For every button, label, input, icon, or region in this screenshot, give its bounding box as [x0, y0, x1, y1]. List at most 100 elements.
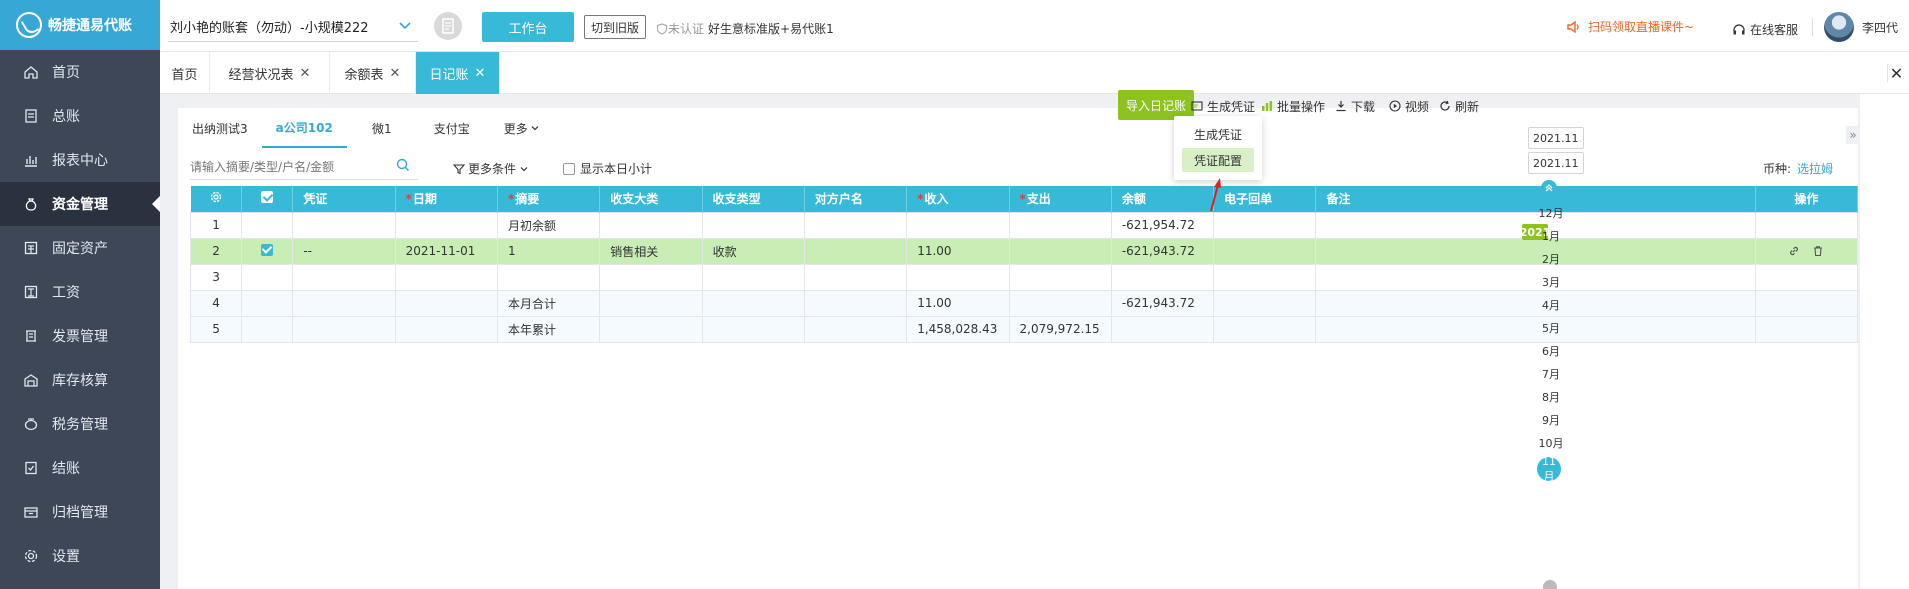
tab-1[interactable]: 经营状况表 ✕ [210, 52, 330, 94]
cell-type[interactable]: 收款 [701, 237, 805, 265]
cell-expense[interactable] [1008, 263, 1112, 291]
month-item[interactable]: 7月 [1536, 366, 1566, 382]
more-conditions-button[interactable]: 更多条件 [453, 160, 529, 177]
tab-2[interactable]: 余额表 ✕ [330, 52, 416, 94]
generate-voucher-button[interactable]: 生成凭证 [1191, 96, 1255, 116]
daily-subtotal-checkbox[interactable] [563, 162, 575, 175]
currency-selector[interactable]: 币种: 选拉姆 [1763, 160, 1833, 177]
sidebar-item-3[interactable]: 资金管理 [0, 182, 160, 226]
table-row[interactable]: 1 月初余额 -621,954.72 [189, 211, 1859, 239]
month-item[interactable]: 5月 [1536, 320, 1566, 336]
table-row[interactable]: 3 [189, 263, 1859, 291]
cell-income[interactable] [906, 211, 1010, 239]
subtab-4[interactable]: 更多 [487, 108, 557, 148]
month-item[interactable]: 1月 [1536, 228, 1566, 244]
cell-voucher[interactable] [292, 263, 396, 291]
tab-0[interactable]: 首页 [160, 52, 210, 94]
search-icon[interactable] [396, 158, 410, 172]
month-item[interactable]: 12月 [1536, 205, 1566, 221]
menu-item-voucher-config[interactable]: 凭证配置 [1182, 148, 1254, 172]
sidebar-item-1[interactable]: 总账 [0, 94, 160, 138]
refresh-button[interactable]: 刷新 [1439, 96, 1479, 116]
cell-income[interactable]: 11.00 [906, 237, 1010, 265]
cell-cat[interactable] [599, 211, 703, 239]
table-row[interactable]: 5 本年累计 1,458,028.43 2,079,972.15 [189, 315, 1859, 343]
cell-summary[interactable]: 月初余额 [496, 211, 601, 239]
month-item[interactable]: 11月 [1537, 455, 1561, 483]
account-selector[interactable]: 刘小艳的账套（勿动）-小规模222 [168, 12, 418, 42]
cell-voucher[interactable]: -- [292, 237, 396, 265]
daily-subtotal-toggle[interactable]: 显示本日小计 [563, 160, 652, 177]
sidebar-item-6[interactable]: 发票管理 [0, 314, 160, 358]
row-checkbox-cell[interactable] [241, 237, 294, 265]
cell-date[interactable] [394, 263, 498, 291]
app-logo[interactable]: 畅捷通易代账 [0, 0, 160, 50]
scroll-up-icon[interactable] [1541, 180, 1557, 196]
batch-operation-button[interactable]: 批量操作 [1261, 96, 1325, 116]
video-button[interactable]: 视频 [1389, 96, 1429, 116]
workbench-button[interactable]: 工作台 [482, 12, 574, 42]
link-icon[interactable] [1788, 245, 1800, 257]
cell-cat[interactable] [599, 263, 703, 291]
row-checkbox-cell[interactable] [241, 263, 294, 291]
online-service-link[interactable]: 在线客服 [1732, 21, 1798, 38]
cell-expense[interactable] [1008, 237, 1112, 265]
month-item[interactable]: 6月 [1536, 343, 1566, 359]
subtab-0[interactable]: 出纳测试3 [178, 108, 262, 148]
sidebar-item-8[interactable]: 税务管理 [0, 402, 160, 446]
cell-type[interactable] [701, 263, 805, 291]
cell-summary[interactable] [496, 263, 601, 291]
cell-balance[interactable] [1110, 263, 1215, 291]
cell-party[interactable] [803, 237, 908, 265]
currency-value[interactable]: 选拉姆 [1797, 162, 1833, 176]
subtab-3[interactable]: 支付宝 [417, 108, 487, 148]
collapse-rail-icon[interactable]: » [1846, 126, 1860, 144]
sidebar-item-4[interactable]: 固定资产 [0, 226, 160, 270]
sidebar-item-5[interactable]: 工资 [0, 270, 160, 314]
close-icon[interactable]: ✕ [300, 66, 311, 81]
cell-summary[interactable]: 1 [496, 237, 601, 265]
date-from-input[interactable]: 2021.11 [1528, 127, 1584, 149]
cell-party[interactable] [803, 263, 908, 291]
trash-icon[interactable] [1812, 245, 1824, 257]
subtab-1[interactable]: a公司102 [261, 108, 347, 148]
switch-old-version-button[interactable]: 切到旧版 [584, 15, 647, 39]
column-header-1[interactable] [241, 186, 294, 212]
cell-type[interactable] [701, 211, 805, 239]
close-icon[interactable]: ✕ [475, 66, 486, 81]
promo-link[interactable]: 扫码领取直播课件~ [1566, 18, 1694, 35]
download-button[interactable]: 下载 [1335, 96, 1375, 116]
cell-balance[interactable]: -621,943.72 [1110, 237, 1215, 265]
table-row[interactable]: 2 -- 2021-11-01 1 销售相关 收款 11.00 -621,943.72 [189, 237, 1859, 265]
row-checkbox-cell[interactable] [241, 211, 294, 239]
settings-icon[interactable] [210, 191, 222, 203]
month-item[interactable]: 9月 [1536, 412, 1566, 428]
column-header-0[interactable] [190, 186, 243, 212]
scroll-down-icon[interactable] [1543, 580, 1557, 589]
cell-balance[interactable]: -621,954.72 [1110, 211, 1215, 239]
cell-party[interactable] [803, 211, 908, 239]
sidebar-item-0[interactable]: 首页 [0, 50, 160, 94]
cell-date[interactable]: 2021-11-01 [394, 237, 498, 265]
sidebar-item-2[interactable]: 报表中心 [0, 138, 160, 182]
search-input[interactable] [190, 154, 418, 180]
month-item[interactable]: 10月 [1536, 435, 1566, 451]
sidebar-item-7[interactable]: 库存核算 [0, 358, 160, 402]
subtab-2[interactable]: 微1 [347, 108, 417, 148]
close-all-tabs-icon[interactable]: ✕ [1887, 64, 1905, 83]
table-row[interactable]: 4 本月合计 11.00 -621,943.72 [189, 289, 1859, 317]
cell-cat[interactable]: 销售相关 [599, 237, 703, 265]
month-item[interactable]: 8月 [1536, 389, 1566, 405]
sidebar-item-9[interactable]: 结账 [0, 446, 160, 490]
cell-date[interactable] [394, 211, 498, 239]
month-item[interactable]: 4月 [1536, 297, 1566, 313]
tab-3[interactable]: 日记账 ✕ [416, 52, 500, 94]
month-item[interactable]: 3月 [1536, 274, 1566, 290]
cell-expense[interactable] [1008, 211, 1112, 239]
sidebar-item-11[interactable]: 设置 [0, 534, 160, 578]
cell-income[interactable] [906, 263, 1010, 291]
row-checkbox-cell[interactable] [241, 315, 294, 343]
menu-item-generate-voucher[interactable]: 生成凭证 [1182, 122, 1254, 146]
sidebar-item-10[interactable]: 归档管理 [0, 490, 160, 534]
user-menu[interactable]: 李四代 [1824, 12, 1898, 42]
